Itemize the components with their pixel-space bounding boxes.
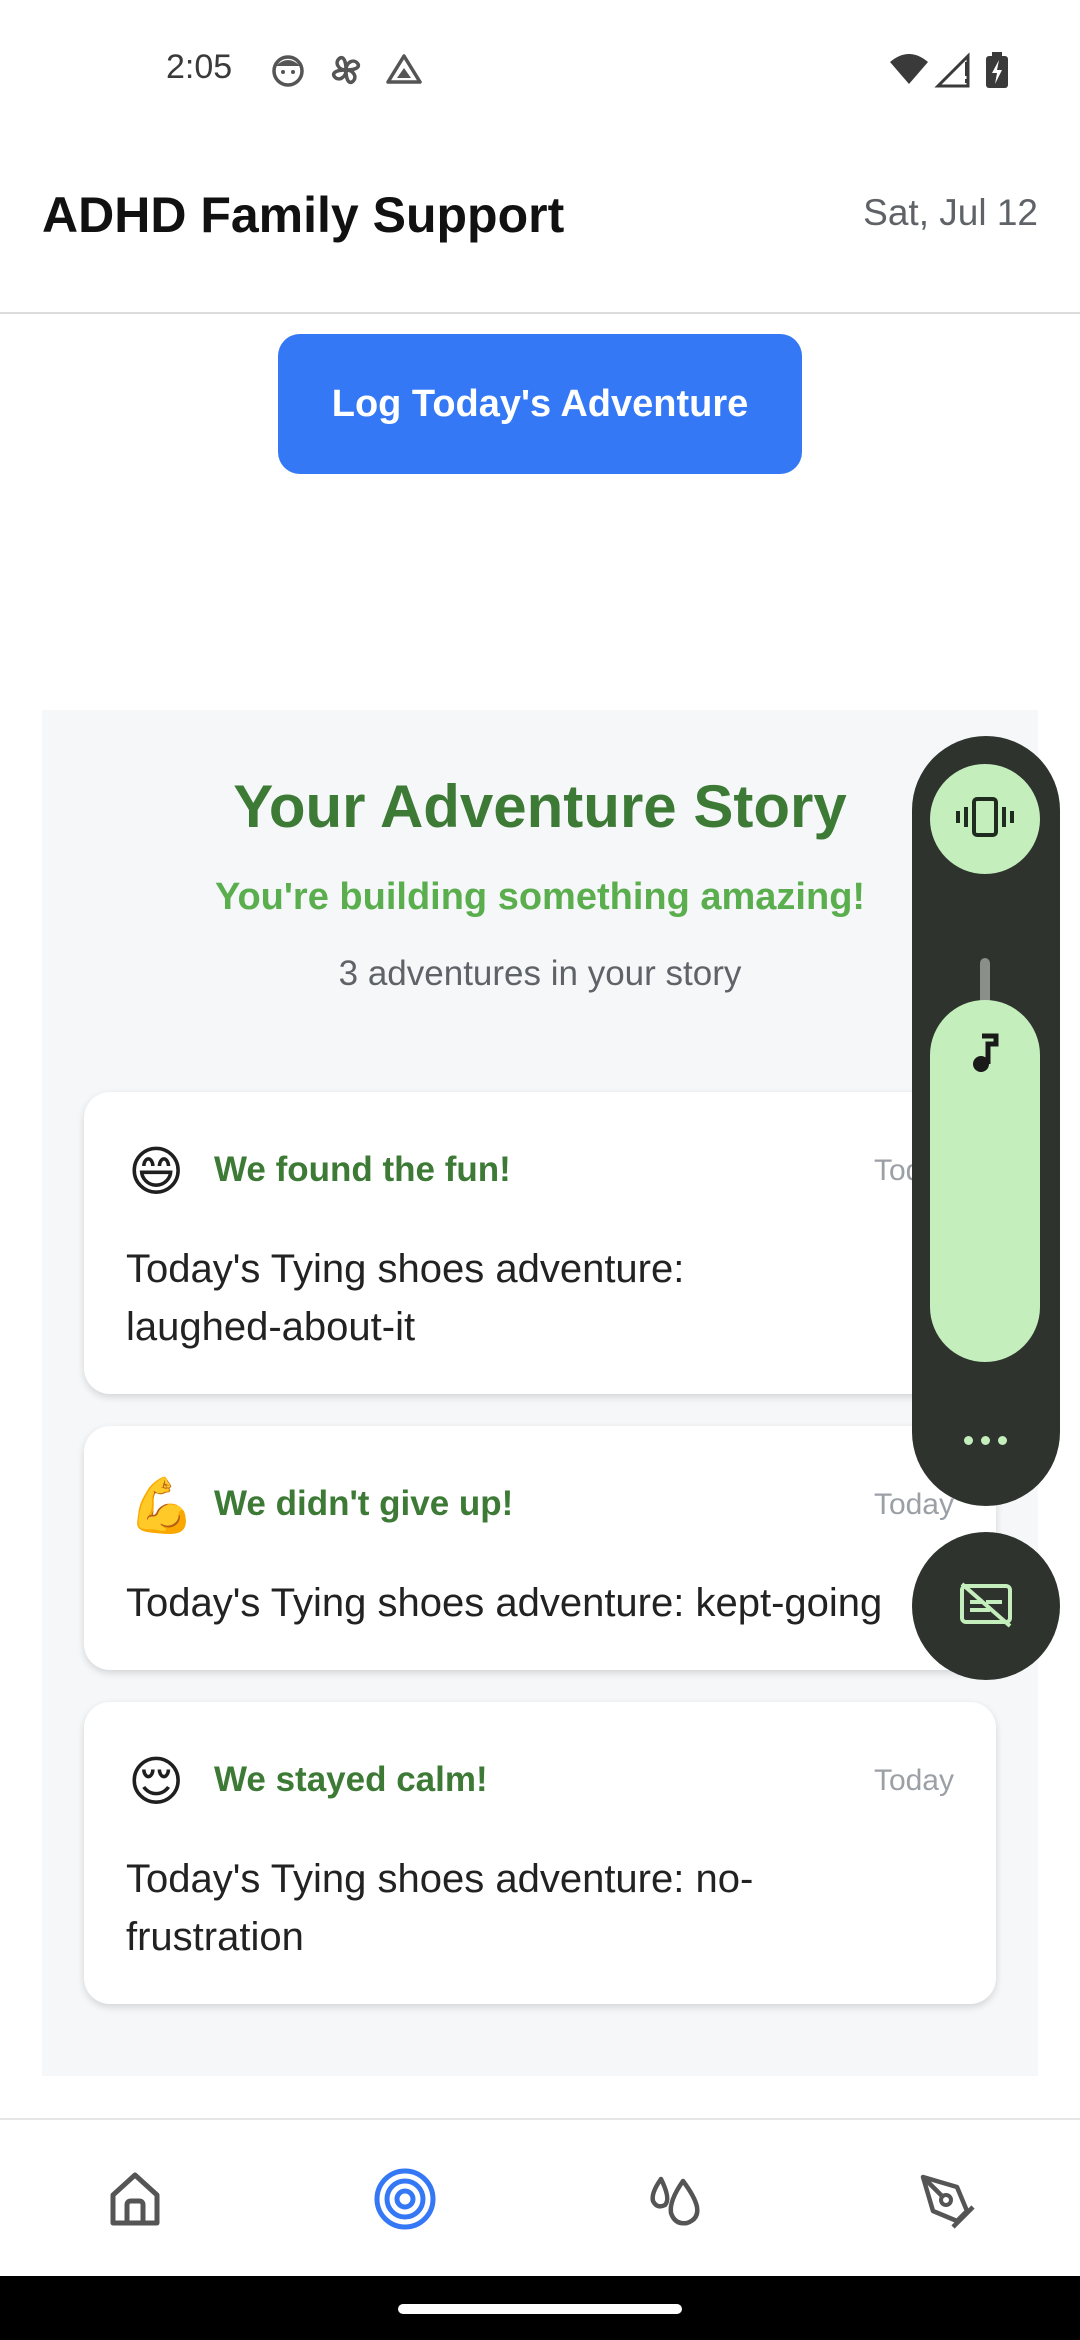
entry-title: We found the fun! [214, 1150, 511, 1189]
entry-text: Today's Tying shoes adventure: kept-goin… [126, 1581, 883, 1625]
relieved-face-icon: 😌 [128, 1752, 185, 1812]
header-date: Sat, Jul 12 [863, 192, 1038, 233]
pen-tool-icon [913, 2167, 977, 2236]
entry-title: We stayed calm! [214, 1760, 488, 1799]
home-gesture-handle[interactable] [398, 2304, 682, 2314]
face-icon [268, 50, 308, 90]
drops-icon [643, 2167, 707, 2236]
status-bar: 2:05 [0, 0, 1080, 140]
more-icon[interactable] [930, 1420, 1040, 1460]
entry-date: Today [873, 1764, 954, 1797]
entry-text: Today's Tying shoes adventure: laughed-a… [126, 1247, 685, 1349]
story-entry-card[interactable]: 😄 We found the fun! Today Today's Tying … [84, 1092, 996, 1394]
story-entry-card[interactable]: 💪 We didn't give up! Today Today's Tying… [84, 1426, 996, 1670]
status-time: 2:05 [166, 48, 233, 86]
signal-icon [934, 50, 974, 90]
entry-title: We didn't give up! [214, 1484, 514, 1523]
battery-charging-icon [982, 50, 1022, 90]
story-entry-card[interactable]: 😌 We stayed calm! Today Today's Tying sh… [84, 1702, 996, 2004]
header-divider [0, 312, 1080, 314]
nav-calm[interactable] [630, 2156, 720, 2246]
captions-off-icon [956, 1578, 1016, 1635]
target-icon [372, 2166, 438, 2237]
music-note-icon [962, 1030, 1008, 1076]
nav-home[interactable] [90, 2156, 180, 2246]
entry-date: Today [873, 1488, 954, 1521]
vibrate-icon [955, 795, 1015, 844]
app-title: ADHD Family Support [42, 187, 565, 243]
wifi-icon [888, 50, 928, 90]
live-caption-button[interactable] [912, 1532, 1060, 1680]
entry-text: Today's Tying shoes adventure: no-frustr… [126, 1857, 754, 1959]
flexed-biceps-icon: 💪 [128, 1476, 196, 1536]
ringer-mode-button[interactable] [930, 764, 1040, 874]
home-icon [103, 2167, 167, 2236]
bottom-navigation [0, 2118, 1080, 2278]
pinwheel-icon [326, 50, 366, 90]
grinning-face-icon: 😄 [128, 1142, 185, 1202]
nav-create[interactable] [900, 2156, 990, 2246]
nav-goals[interactable] [360, 2156, 450, 2246]
log-adventure-button[interactable]: Log Today's Adventure [278, 334, 802, 474]
drive-icon [384, 50, 424, 90]
